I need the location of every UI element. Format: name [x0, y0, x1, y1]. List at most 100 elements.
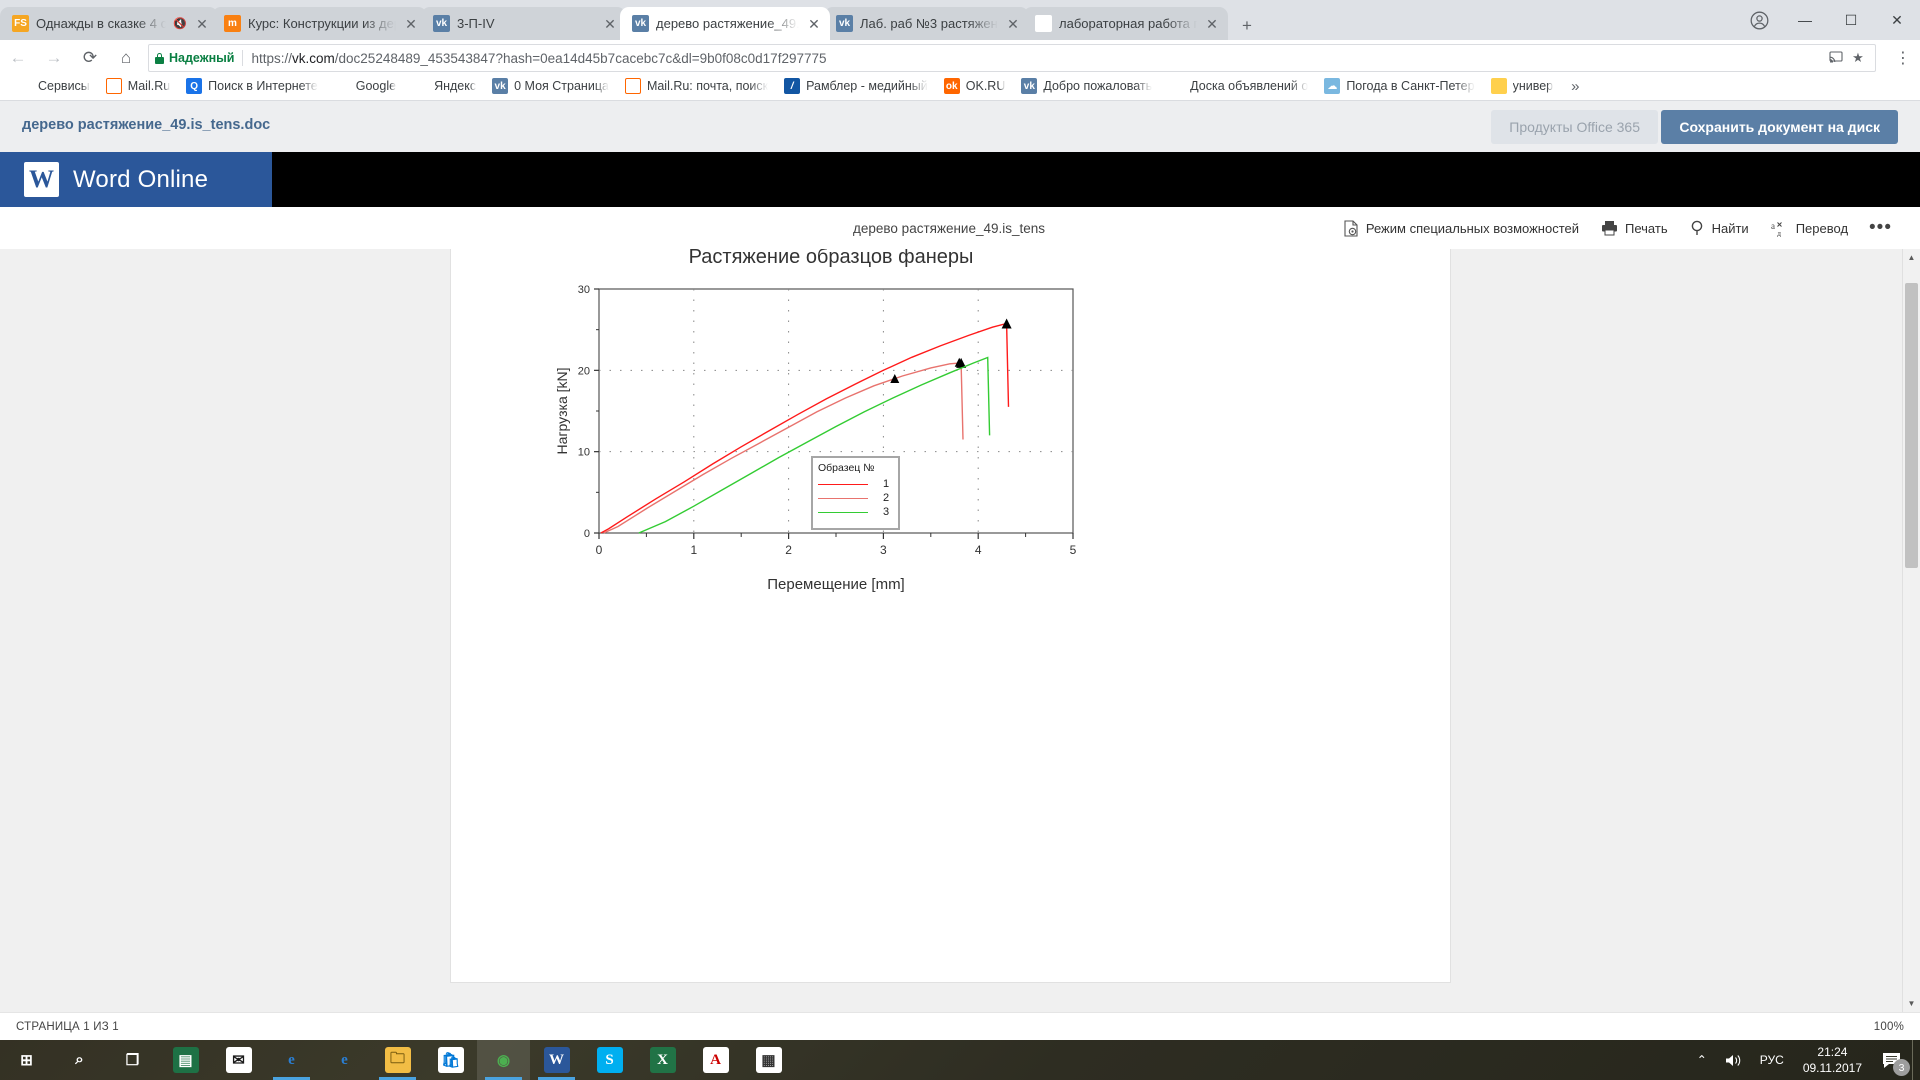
- show-desktop-button[interactable]: [1912, 1040, 1920, 1080]
- yandex-icon: Я: [412, 78, 429, 94]
- bookmark-star-icon[interactable]: ★: [1847, 50, 1869, 66]
- bookmarks-overflow-button[interactable]: »: [1561, 78, 1589, 95]
- zoom-level[interactable]: 100%: [1874, 1021, 1904, 1033]
- bookmark-item-3[interactable]: Q Поиск в Интернете: [178, 74, 326, 98]
- tab-close-button[interactable]: ✕: [1204, 16, 1220, 32]
- scroll-up-arrow[interactable]: ▲: [1903, 249, 1920, 266]
- print-button[interactable]: Печать: [1590, 207, 1679, 249]
- taskbar-app-edge-icon: e: [288, 1051, 295, 1068]
- bookmark-item-13[interactable]: универ: [1483, 74, 1562, 98]
- save-document-button[interactable]: Сохранить документ на диск: [1661, 110, 1898, 144]
- bookmark-item-8[interactable]: / Рамблер - медийный: [776, 74, 936, 98]
- back-button[interactable]: ←: [0, 43, 36, 73]
- tab-audio-muted-icon[interactable]: 🔇: [173, 17, 187, 30]
- taskbar-app-calc[interactable]: ▤: [159, 1040, 212, 1080]
- legend-entry-1: 1: [818, 477, 893, 491]
- new-tab-button[interactable]: +: [1232, 12, 1262, 40]
- taskbar-app-store[interactable]: 🛍: [424, 1040, 477, 1080]
- browser-menu-button[interactable]: ⋮: [1886, 43, 1920, 73]
- bookmark-label: Google: [355, 79, 397, 93]
- notification-center-button[interactable]: 3: [1872, 1040, 1912, 1080]
- browser-tab-2[interactable]: m Курс: Конструкции из дерева ✕: [212, 7, 427, 40]
- bookmark-item-4[interactable]: G Google: [326, 74, 404, 98]
- taskbar-app-calculator[interactable]: ▦: [742, 1040, 795, 1080]
- mailru-icon: @: [105, 78, 122, 94]
- taskbar-app-mail[interactable]: ✉: [212, 1040, 265, 1080]
- tab-title: Лаб. раб №3 растяжение: [860, 16, 998, 31]
- bookmark-item-10[interactable]: vk Добро пожаловать: [1013, 74, 1160, 98]
- taskbar-app-acrobat-icon: A: [702, 1047, 729, 1073]
- bookmark-item-7[interactable]: @ Mail.Ru: почта, поиск: [617, 74, 776, 98]
- tab-close-button[interactable]: ✕: [806, 16, 822, 32]
- tab-close-button[interactable]: ✕: [403, 16, 419, 32]
- minimize-button[interactable]: —: [1782, 0, 1828, 40]
- browser-tab-1[interactable]: FS Однажды в сказке 4 сезон 🔇 ✕: [0, 7, 218, 40]
- find-button[interactable]: Найти: [1679, 207, 1760, 249]
- browser-tab-6[interactable]: Gлабораторная работа при ✕: [1023, 7, 1228, 40]
- bookmark-item-5[interactable]: Я Яндекс: [404, 74, 484, 98]
- word-document-name: дерево растяжение_49.is_tens: [853, 220, 1046, 236]
- bookmarks-bar: ⠿ Сервисы @ Mail.Ru Q Поиск в Интернете G Googl…: [0, 72, 1920, 101]
- vk-icon: vk: [1021, 78, 1038, 94]
- browser-window: FS Однажды в сказке 4 сезон 🔇 ✕ m Курс: Конст…: [0, 0, 1920, 1080]
- browser-toolbar: ← → ⟳ ⌂ Надежный https://vk.com/doc25248…: [0, 40, 1920, 74]
- tray-expand-icon[interactable]: ⌃: [1688, 1053, 1716, 1067]
- bookmark-item-9[interactable]: ok OK.RU: [936, 74, 1014, 98]
- taskbar-app-edge[interactable]: e: [265, 1040, 318, 1080]
- translate-button[interactable]: aд Перевод: [1760, 207, 1859, 249]
- omnibox-divider: [242, 50, 244, 66]
- forward-button[interactable]: →: [36, 43, 72, 73]
- browser-tab-3[interactable]: vk 3-П-IV ✕: [421, 7, 626, 40]
- profile-avatar-icon[interactable]: [1736, 0, 1782, 40]
- vertical-scrollbar[interactable]: ▲ ▼: [1902, 249, 1920, 1012]
- scrollbar-thumb[interactable]: [1905, 283, 1918, 568]
- bookmark-item-2[interactable]: @ Mail.Ru: [98, 74, 178, 98]
- taskbar-app-explorer-icon: 🗀: [384, 1047, 411, 1073]
- word-status-bar: СТРАНИЦА 1 ИЗ 1 100%: [0, 1012, 1920, 1040]
- taskbar-clock[interactable]: 21:24 09.11.2017: [1793, 1044, 1872, 1076]
- maximize-button[interactable]: ☐: [1828, 0, 1874, 40]
- accessibility-mode-button[interactable]: Режим специальных возможностей: [1332, 207, 1590, 249]
- translate-icon: aд: [1771, 220, 1789, 237]
- taskbar-app-mail-icon: ✉: [225, 1047, 252, 1073]
- language-indicator[interactable]: РУС: [1751, 1053, 1793, 1067]
- address-bar[interactable]: Надежный https://vk.com/doc25248489_4535…: [148, 44, 1876, 72]
- bookmark-item-6[interactable]: vk 0 Моя Страница: [484, 74, 617, 98]
- taskbar-app-store-icon: 🛍: [437, 1047, 464, 1073]
- tab-close-button[interactable]: ✕: [602, 16, 618, 32]
- bookmark-item-1[interactable]: ⠿ Сервисы: [8, 74, 98, 98]
- home-button[interactable]: ⌂: [108, 43, 144, 73]
- start-button[interactable]: ⊞: [0, 1040, 53, 1080]
- search-button[interactable]: ⌕: [53, 1040, 106, 1080]
- more-commands-button[interactable]: •••: [1859, 217, 1902, 239]
- taskbar-app-ie[interactable]: e: [318, 1040, 371, 1080]
- clock-time: 21:24: [1817, 1044, 1848, 1059]
- legend-entries: 1 2 3: [818, 477, 893, 519]
- reload-button[interactable]: ⟳: [72, 43, 108, 73]
- taskbar-app-skype[interactable]: S: [583, 1040, 636, 1080]
- taskbar-app-word[interactable]: W: [530, 1040, 583, 1080]
- volume-icon[interactable]: [1716, 1053, 1751, 1068]
- vk-document-name: дерево растяжение_49.is_tens.doc: [22, 117, 271, 133]
- tab-close-button[interactable]: ✕: [1005, 16, 1021, 32]
- taskbar-app-chrome[interactable]: ◉: [477, 1040, 530, 1080]
- taskbar-app-acrobat[interactable]: A: [689, 1040, 742, 1080]
- bookmark-label: Добро пожаловать: [1043, 79, 1153, 93]
- cast-icon[interactable]: [1825, 50, 1847, 66]
- security-label: Надежный: [169, 51, 235, 65]
- taskbar-app-explorer[interactable]: 🗀: [371, 1040, 424, 1080]
- chart-legend: Образец № 1 2 3: [811, 456, 900, 530]
- task-view-button[interactable]: ❐: [106, 1040, 159, 1080]
- close-window-button[interactable]: ✕: [1874, 0, 1920, 40]
- svg-text:1: 1: [690, 543, 697, 557]
- browser-tab-4[interactable]: vk дерево растяжение_49.is_tens.doc ✕: [620, 7, 830, 40]
- bookmark-item-12[interactable]: ☁ Погода в Санкт-Петер: [1316, 74, 1482, 98]
- taskbar-app-excel[interactable]: X: [636, 1040, 689, 1080]
- chart-plot: 0 10 20 30 0 1 2 3 4 5 Нагрузка [kN] Перемещение [m…: [554, 284, 1077, 593]
- office365-products-button[interactable]: Продукты Office 365: [1491, 110, 1658, 144]
- legend-swatch: [818, 483, 868, 485]
- tab-close-button[interactable]: ✕: [194, 16, 210, 32]
- bookmark-item-11[interactable]: ⁘ Доска объявлений о: [1160, 74, 1316, 98]
- browser-tab-5[interactable]: vk Лаб. раб №3 растяжение ✕: [824, 7, 1029, 40]
- scroll-down-arrow[interactable]: ▼: [1903, 995, 1920, 1012]
